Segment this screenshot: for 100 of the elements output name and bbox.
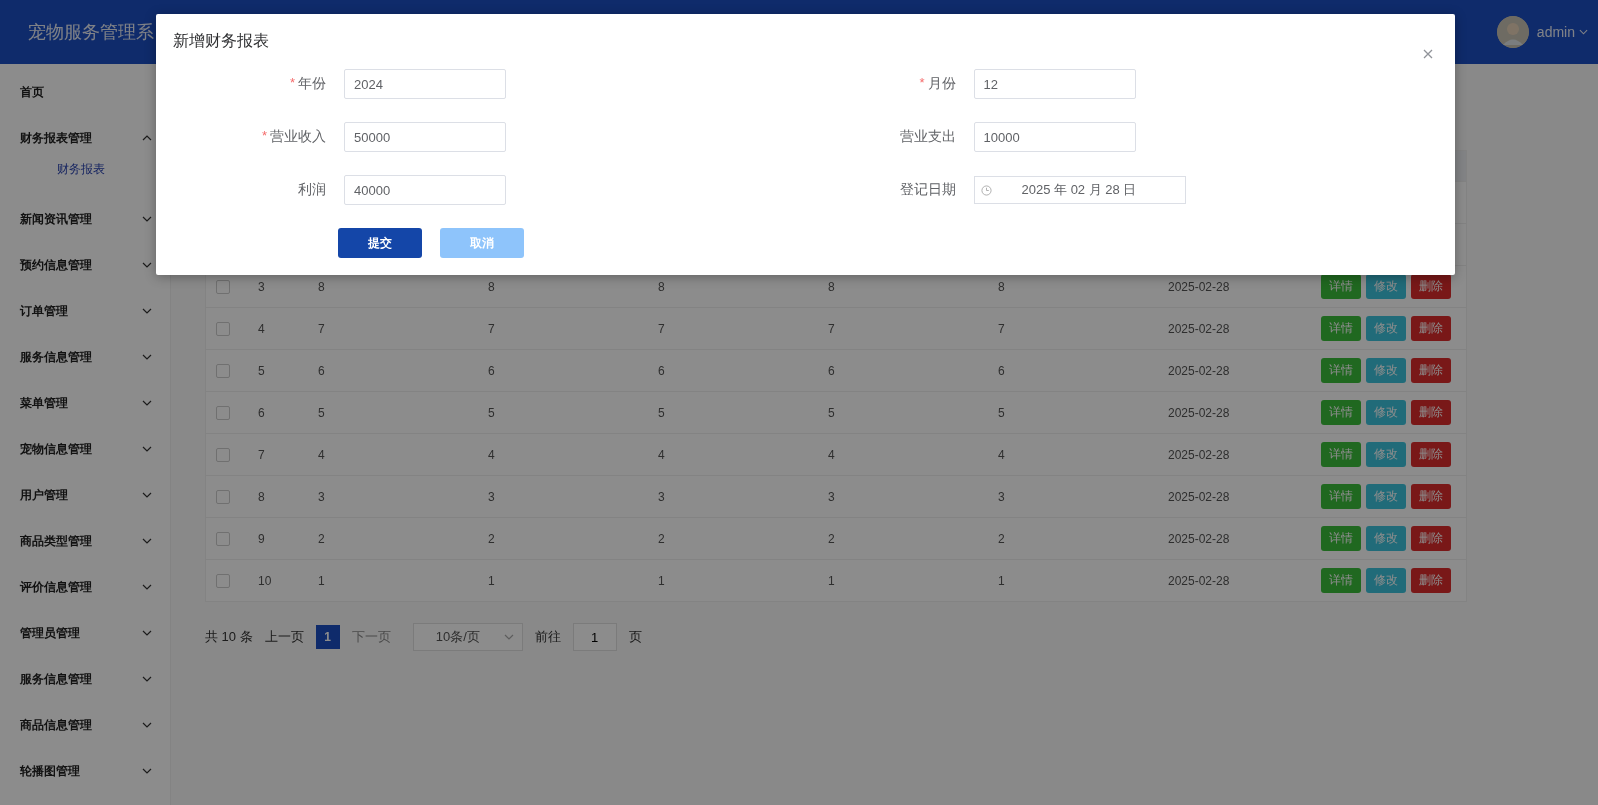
menu-item[interactable]: 财务报表管理 (20, 129, 142, 147)
input-field[interactable]: 12 (973, 69, 1136, 99)
page-input[interactable]: 1 (572, 623, 617, 651)
table-cell: 7 (488, 321, 495, 336)
required-mark: * (919, 75, 925, 92)
detail-button[interactable]: 详情 (1321, 526, 1361, 551)
detail-button[interactable]: 详情 (1321, 442, 1361, 467)
table-cell: 1 (998, 573, 1005, 588)
menu-item[interactable]: 商品类型管理 (20, 532, 142, 550)
table-cell: 2 (998, 531, 1005, 546)
table-cell: 2025-02-28 (1168, 489, 1230, 504)
menu-item[interactable]: 服务信息管理 (20, 670, 142, 688)
menu-item[interactable]: 商品信息管理 (20, 716, 142, 734)
menu-item[interactable]: 轮播图管理 (20, 762, 142, 780)
detail-button[interactable]: 详情 (1321, 568, 1361, 593)
delete-button[interactable]: 删除 (1411, 526, 1451, 551)
goto-label: 前往 (534, 628, 561, 646)
delete-button[interactable]: 删除 (1411, 316, 1451, 341)
input-field[interactable]: 40000 (344, 175, 506, 205)
table-cell: 2025-02-28 (1168, 573, 1230, 588)
field-label: 利润 (298, 181, 326, 199)
table-cell: 5 (258, 363, 265, 378)
delete-button[interactable]: 删除 (1411, 568, 1451, 593)
input-field[interactable]: 10000 (973, 122, 1136, 152)
menu-item[interactable]: 评价信息管理 (20, 578, 142, 596)
menu-item[interactable]: 新闻资讯管理 (20, 210, 142, 228)
row-checkbox[interactable] (216, 489, 230, 504)
table-cell: 4 (828, 447, 835, 462)
table-cell: 3 (488, 489, 495, 504)
table-cell: 1 (658, 573, 665, 588)
chevron-down-icon[interactable] (1579, 29, 1588, 35)
delete-button[interactable]: 删除 (1411, 400, 1451, 425)
table-cell: 6 (998, 363, 1005, 378)
table-cell: 6 (318, 363, 325, 378)
table-cell: 2 (658, 531, 665, 546)
page-size-select[interactable]: 10条/页 (412, 623, 523, 651)
table-cell: 2 (828, 531, 835, 546)
date-field[interactable]: 2025 年 02 月 28 日 (973, 176, 1186, 204)
table-cell: 4 (998, 447, 1005, 462)
menu-item[interactable]: 管理员管理 (20, 624, 142, 642)
table-cell: 3 (658, 489, 665, 504)
row-checkbox[interactable] (216, 447, 230, 462)
table-cell: 7 (318, 321, 325, 336)
table-cell: 2025-02-28 (1168, 447, 1230, 462)
row-checkbox[interactable] (216, 531, 230, 546)
table-cell: 8 (998, 279, 1005, 294)
detail-button[interactable]: 详情 (1321, 316, 1361, 341)
close-icon[interactable] (1423, 49, 1433, 59)
user-name[interactable]: admin (1536, 24, 1575, 40)
table-cell: 2025-02-28 (1168, 363, 1230, 378)
menu-item[interactable]: 首页 (20, 83, 152, 101)
table-cell: 3 (258, 279, 265, 294)
field-label: 年份 (298, 75, 326, 93)
detail-button[interactable]: 详情 (1321, 274, 1361, 299)
table-cell: 8 (258, 489, 265, 504)
delete-button[interactable]: 删除 (1411, 442, 1451, 467)
menu-item[interactable]: 订单管理 (20, 302, 142, 320)
input-field[interactable]: 2024 (344, 69, 506, 99)
table-cell: 6 (658, 363, 665, 378)
menu-item[interactable]: 预约信息管理 (20, 256, 142, 274)
field-label: 月份 (927, 75, 956, 93)
submit-button[interactable]: 提交 (338, 228, 422, 258)
input-field[interactable]: 50000 (344, 122, 506, 152)
table-cell: 1 (488, 573, 495, 588)
table-cell: 3 (828, 489, 835, 504)
table-cell: 5 (998, 405, 1005, 420)
delete-button[interactable]: 删除 (1411, 274, 1451, 299)
row-checkbox[interactable] (216, 405, 230, 420)
menu-item[interactable]: 菜单管理 (20, 394, 142, 412)
page-button[interactable]: 1 (315, 625, 340, 649)
table-cell: 8 (828, 279, 835, 294)
delete-button[interactable]: 删除 (1411, 358, 1451, 383)
detail-button[interactable]: 详情 (1321, 484, 1361, 509)
table-cell: 5 (828, 405, 835, 420)
table-cell: 4 (318, 447, 325, 462)
delete-button[interactable]: 删除 (1411, 484, 1451, 509)
avatar-icon[interactable] (1496, 16, 1529, 48)
page-unit-label: 页 (628, 628, 642, 646)
table-cell: 6 (488, 363, 495, 378)
row-checkbox[interactable] (216, 321, 230, 336)
table-cell: 2025-02-28 (1168, 279, 1230, 294)
field-label: 营业收入 (270, 128, 326, 146)
table-cell: 6 (258, 405, 265, 420)
detail-button[interactable]: 详情 (1321, 400, 1361, 425)
table-cell: 7 (658, 321, 665, 336)
table-cell: 1 (828, 573, 835, 588)
app-title: 宠物服务管理系 (28, 21, 154, 44)
menu-item[interactable]: 用户管理 (20, 486, 142, 504)
clock-icon (980, 184, 992, 196)
table-cell: 8 (318, 279, 325, 294)
dialog-title: 新增财务报表 (173, 31, 269, 51)
row-checkbox[interactable] (216, 279, 230, 294)
table-cell: 3 (318, 489, 325, 504)
table-cell: 9 (258, 531, 265, 546)
menu-item[interactable]: 宠物信息管理 (20, 440, 142, 458)
detail-button[interactable]: 详情 (1321, 358, 1361, 383)
row-checkbox[interactable] (216, 573, 230, 588)
required-mark: * (289, 75, 295, 92)
row-checkbox[interactable] (216, 363, 230, 378)
menu-item[interactable]: 服务信息管理 (20, 348, 142, 366)
